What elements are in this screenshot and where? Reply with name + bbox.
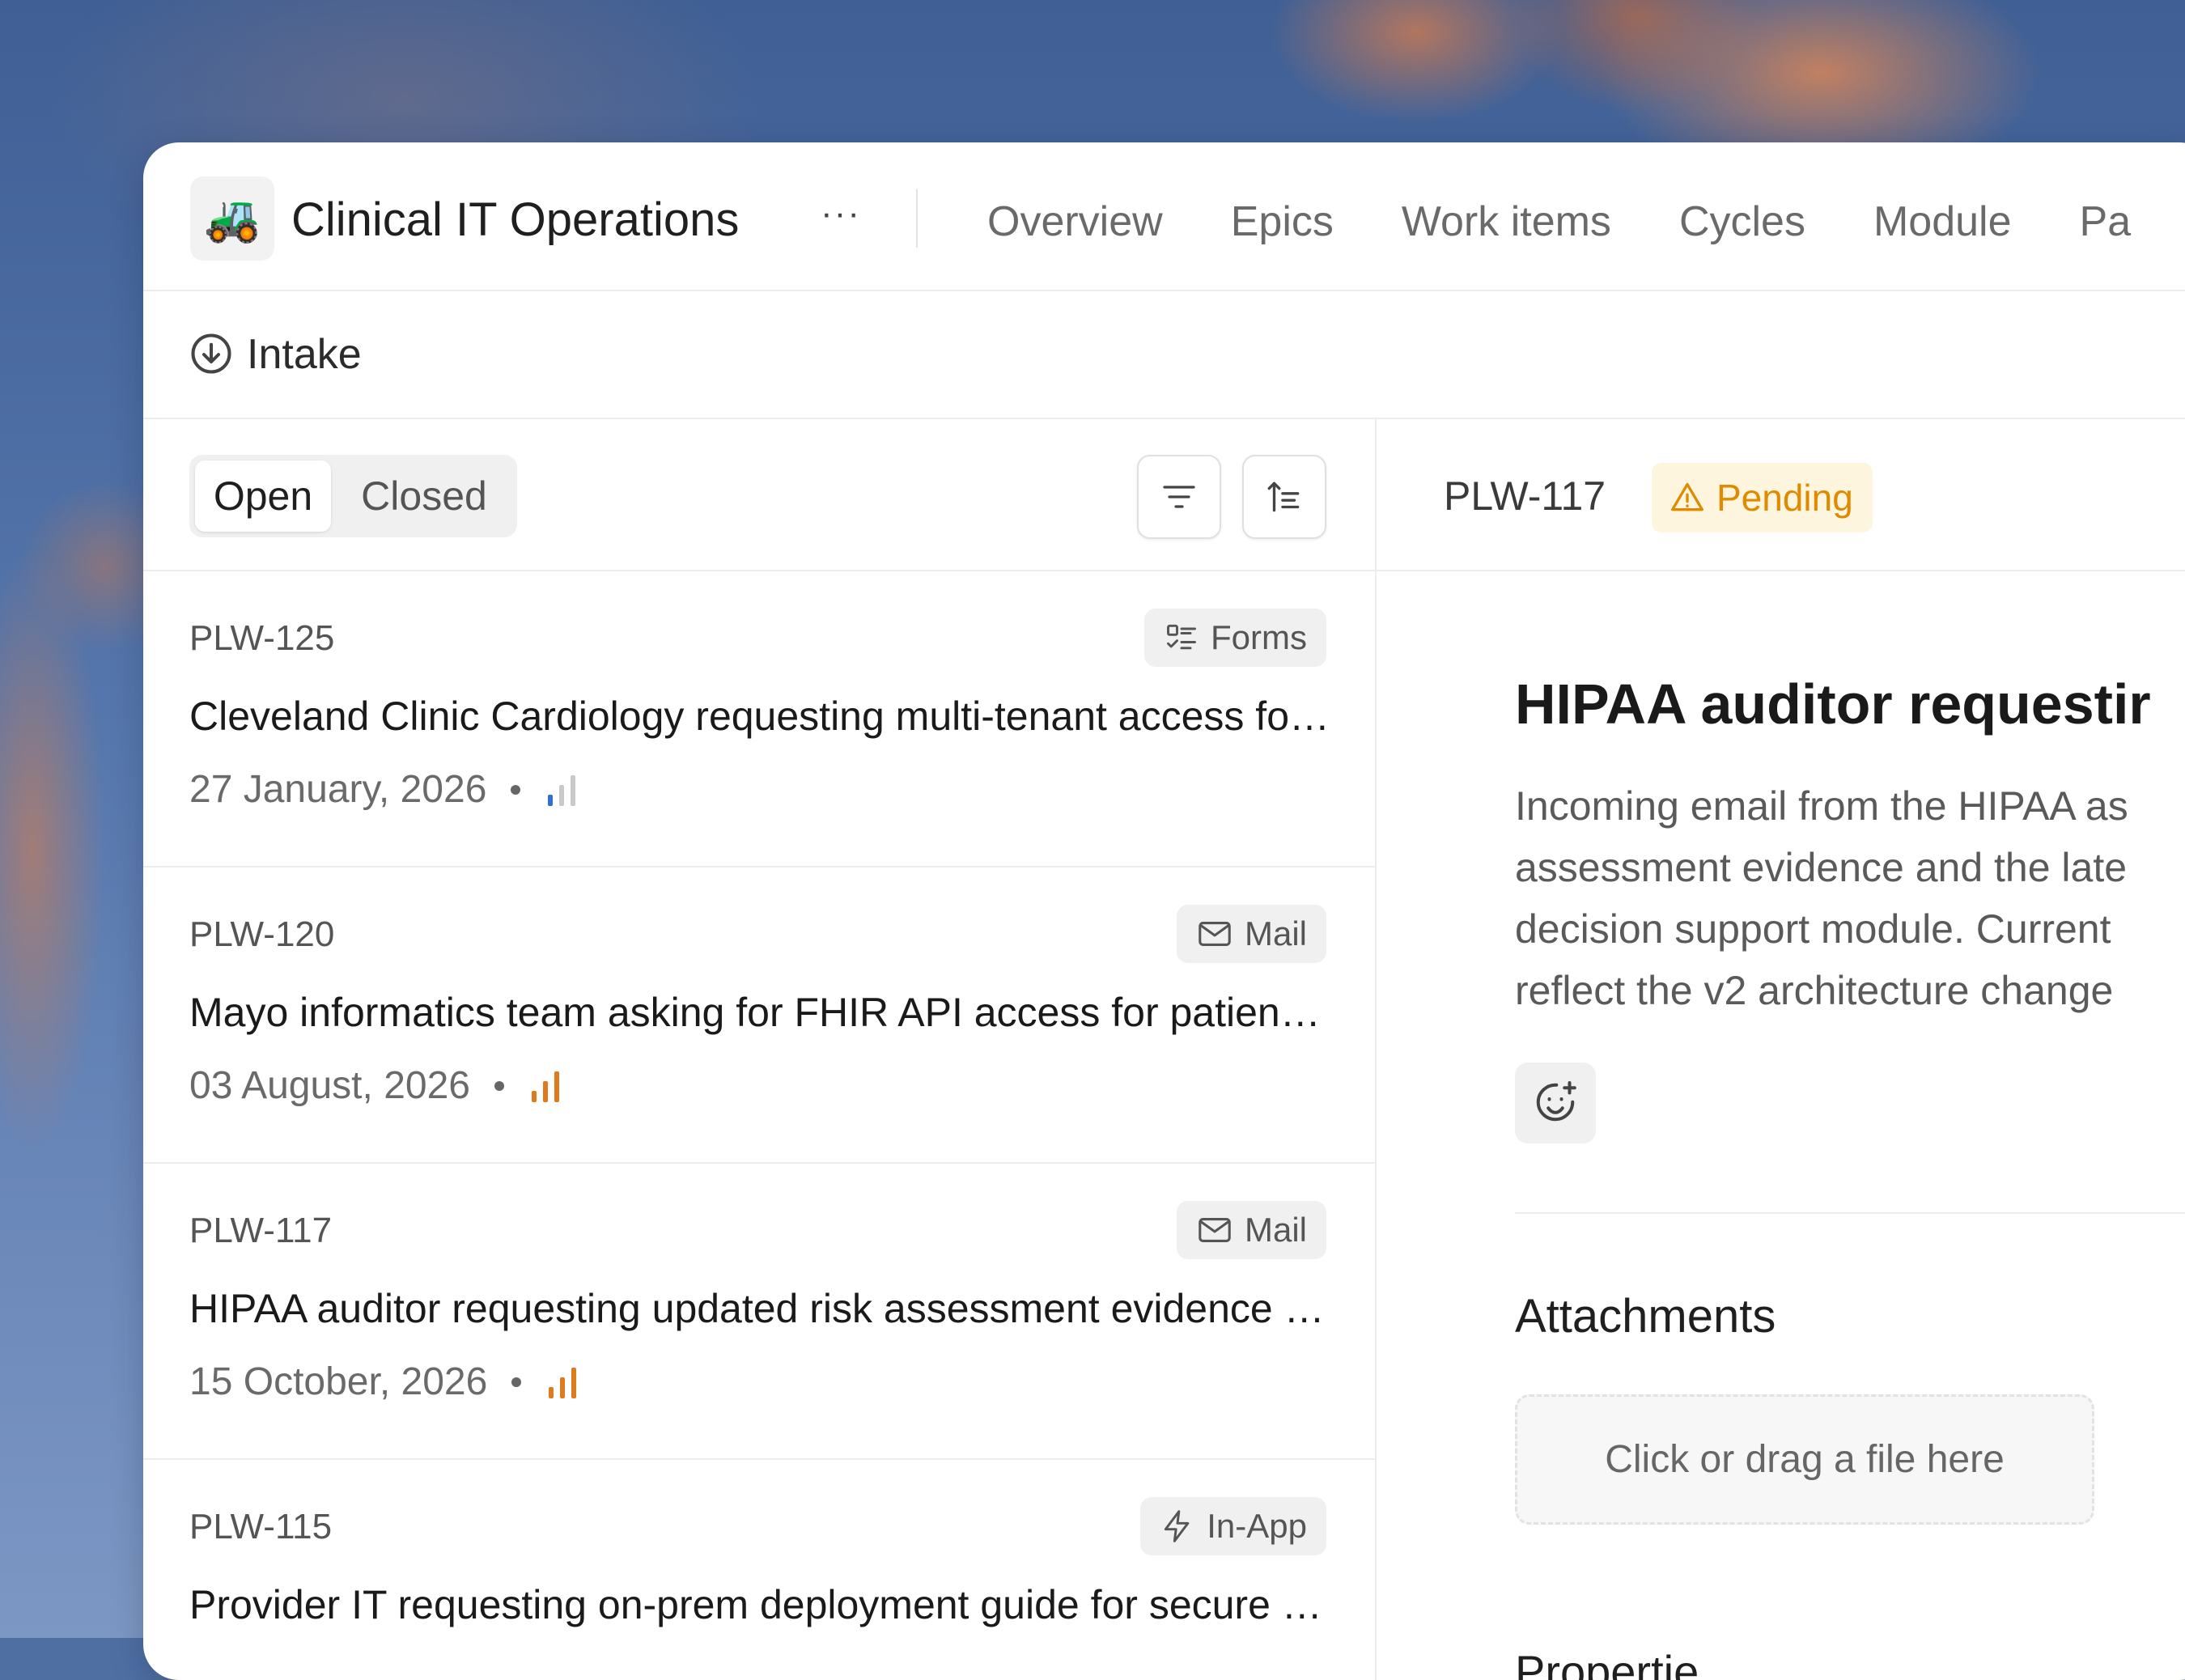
warning-icon (1671, 482, 1703, 511)
project-icon[interactable]: 🚜 (190, 176, 274, 261)
tab-overview[interactable]: Overview (987, 197, 1163, 246)
status-label: Pending (1716, 477, 1853, 519)
card-id: PLW-117 (189, 1211, 333, 1250)
detail-panel: PLW-117 Pending HIPAA auditor requestir … (1377, 419, 2185, 1680)
detail-id: PLW-117 (1444, 473, 1606, 519)
tab-epics[interactable]: Epics (1231, 197, 1334, 246)
description-line: reflect the v2 architecture change (1515, 968, 2114, 1013)
file-dropzone[interactable]: Click or drag a file here (1515, 1394, 2094, 1525)
card-id: PLW-120 (189, 914, 335, 954)
description-line: assessment evidence and the late (1515, 845, 2128, 890)
source-badge: In-App (1140, 1497, 1326, 1555)
priority-high-icon (549, 1367, 577, 1398)
card-meta: 27 January, 2026 (189, 767, 580, 812)
source-badge: Mail (1176, 905, 1326, 963)
card-date: 03 August, 2026 (189, 1064, 470, 1107)
section-divider (1515, 1212, 2185, 1214)
detail-header: PLW-117 Pending (1377, 419, 2185, 571)
separator-dot (511, 1377, 522, 1387)
next-section-heading: Propertie (1515, 1653, 1699, 1680)
lightning-icon (1165, 1510, 1190, 1542)
card-id: PLW-115 (189, 1507, 333, 1546)
priority-low-icon (548, 774, 576, 806)
sort-button[interactable] (1242, 455, 1326, 539)
intake-header: Intake (143, 291, 2185, 419)
list-toolbar: Open Closed (143, 419, 1375, 571)
card-meta: 15 October, 2026 (189, 1360, 581, 1404)
intake-card[interactable]: PLW-115 In-App Provider IT requesting on… (143, 1460, 1375, 1680)
intake-card[interactable]: PLW-120 Mail Mayo informatics team askin… (143, 868, 1375, 1164)
source-badge: Mail (1176, 1201, 1326, 1259)
source-label: Forms (1211, 618, 1307, 656)
project-nav: Overview Epics Work items Cycles Module … (987, 197, 2185, 246)
header-divider (916, 189, 918, 248)
tab-open[interactable]: Open (195, 460, 331, 532)
mail-icon (1199, 1218, 1231, 1242)
source-label: In-App (1207, 1507, 1307, 1545)
forms-icon (1167, 624, 1196, 650)
dropzone-label: Click or drag a file here (1605, 1438, 2005, 1481)
project-header: 🚜 Clinical IT Operations ··· Overview Ep… (143, 142, 2185, 291)
tab-module[interactable]: Module (1873, 197, 2012, 246)
add-reaction-button[interactable] (1515, 1063, 1596, 1143)
card-id: PLW-125 (189, 618, 335, 658)
intake-card[interactable]: PLW-125 Forms Cleveland Clinic Cardiolog… (143, 571, 1375, 868)
separator-dot (511, 784, 521, 795)
tab-work-items[interactable]: Work items (1402, 197, 1611, 246)
intake-card[interactable]: PLW-117 Mail HIPAA auditor requesting up… (143, 1164, 1375, 1460)
attachments-heading: Attachments (1515, 1290, 1776, 1343)
separator-dot (494, 1080, 504, 1091)
sort-icon (1267, 482, 1300, 512)
tab-cycles[interactable]: Cycles (1679, 197, 1805, 246)
card-meta: 03 August, 2026 (189, 1063, 564, 1108)
source-label: Mail (1244, 1211, 1307, 1249)
source-label: Mail (1244, 914, 1307, 952)
priority-high-icon (531, 1071, 559, 1102)
status-badge[interactable]: Pending (1652, 463, 1873, 532)
intake-list-panel: Open Closed PLW-125 Forms Cleveland Clin… (143, 419, 1377, 1680)
card-title: Mayo informatics team asking for FHIR AP… (189, 990, 1330, 1035)
intake-icon (191, 333, 231, 374)
app-window: 🚜 Clinical IT Operations ··· Overview Ep… (143, 142, 2185, 1680)
status-segmented-control: Open Closed (189, 455, 517, 537)
tab-closed[interactable]: Closed (343, 460, 505, 532)
project-title[interactable]: Clinical IT Operations (291, 193, 739, 247)
description-line: Incoming email from the HIPAA as (1515, 783, 2128, 829)
card-date: 15 October, 2026 (189, 1360, 488, 1403)
filter-button[interactable] (1137, 455, 1221, 539)
description-line: decision support module. Current (1515, 906, 2111, 952)
intake-title: Intake (247, 331, 362, 378)
detail-description[interactable]: Incoming email from the HIPAA as assessm… (1515, 775, 2185, 1021)
smiley-plus-icon (1536, 1081, 1576, 1122)
card-date: 27 January, 2026 (189, 768, 487, 811)
card-title: Provider IT requesting on-prem deploymen… (189, 1582, 1330, 1627)
filter-icon (1163, 486, 1195, 508)
card-title: HIPAA auditor requesting updated risk as… (189, 1286, 1330, 1331)
mail-icon (1199, 922, 1231, 946)
more-options-button[interactable]: ··· (817, 196, 865, 240)
card-title: Cleveland Clinic Cardiology requesting m… (189, 694, 1330, 739)
tab-pages[interactable]: Pa (2080, 197, 2132, 246)
detail-title[interactable]: HIPAA auditor requestir (1515, 672, 2151, 736)
source-badge: Forms (1144, 609, 1326, 667)
